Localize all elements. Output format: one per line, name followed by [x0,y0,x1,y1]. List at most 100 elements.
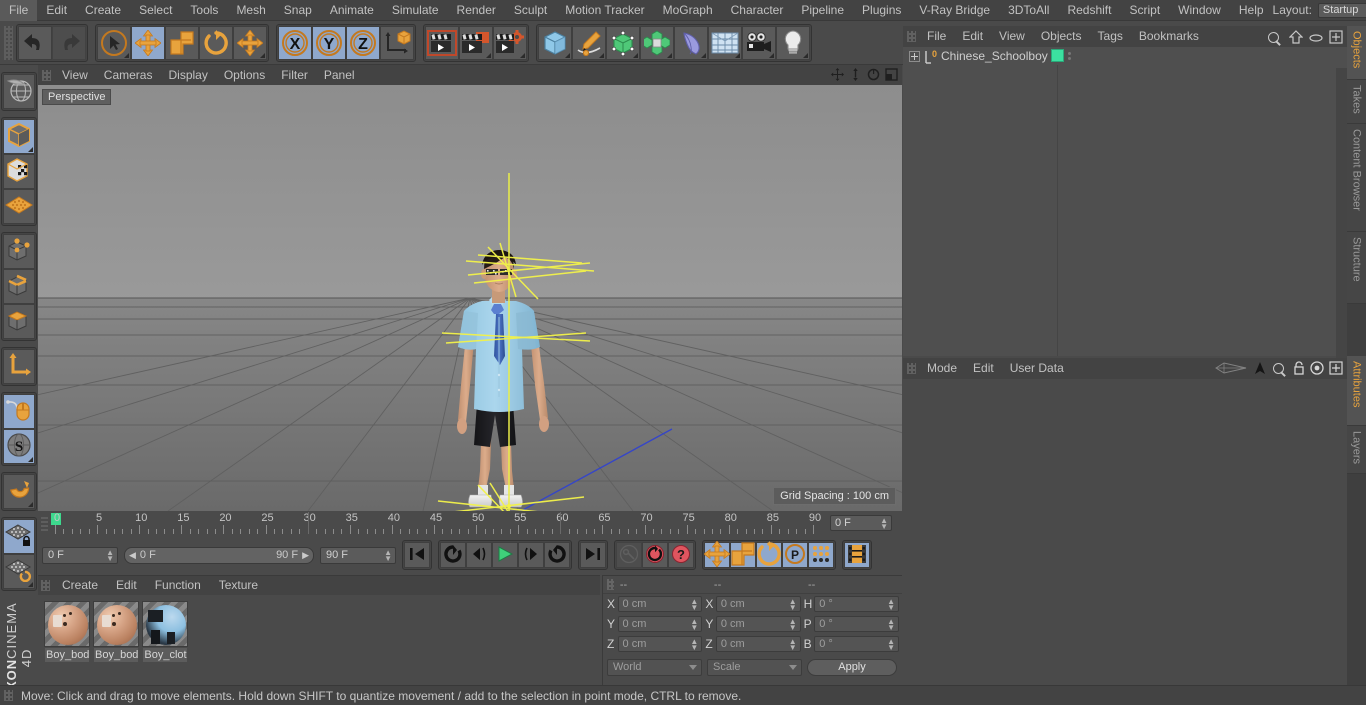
visibility-dots-icon[interactable] [1068,51,1071,60]
key-rotation-toggle[interactable] [756,540,782,568]
flyout-corner-icon[interactable] [769,52,774,58]
undo-button[interactable] [18,25,52,60]
menu-pipeline[interactable]: Pipeline [792,0,853,21]
max-frame-input[interactable]: 90 F ▲ ▼ [320,546,396,564]
toolbar-grip[interactable] [4,25,13,60]
menu-file[interactable]: File [0,0,38,21]
timeline-grip[interactable] [41,515,48,531]
texture-mode-button[interactable] [3,154,35,189]
flyout-corner-icon[interactable] [28,582,33,587]
menu-simulate[interactable]: Simulate [383,0,448,21]
edge-tab-content-browser[interactable]: Content Browser [1347,124,1366,232]
material-item[interactable]: Boy_bod [93,601,139,663]
viewport-menu-options[interactable]: Options [216,65,273,85]
search-icon[interactable] [1267,31,1283,47]
add-deformer-button[interactable] [674,25,708,60]
menu-script[interactable]: Script [1120,0,1169,21]
material-menu-edit[interactable]: Edit [107,576,146,595]
edge-tab-attributes[interactable]: Attributes [1347,356,1366,426]
render-view-button[interactable] [425,25,459,60]
maximize-view-icon[interactable] [885,68,898,81]
play-forward-loop-button[interactable] [544,542,570,568]
material-item[interactable]: Boy_bod [44,601,90,663]
redo-button[interactable] [52,25,86,60]
stepper-icon[interactable]: ▲ ▼ [690,598,698,612]
material-thumbnail[interactable] [142,601,188,647]
play-button[interactable] [492,542,518,568]
range-left-arrow-icon[interactable]: ◀ [129,550,136,561]
stepper-icon[interactable]: ▲ ▼ [690,618,698,632]
edge-tab-layers[interactable]: Layers [1347,426,1366,474]
menu-character[interactable]: Character [722,0,793,21]
search-icon[interactable] [1272,362,1288,378]
target-icon[interactable] [1310,361,1324,378]
size-x-input[interactable]: 0 cm ▲ ▼ [715,596,801,612]
home-icon[interactable] [1288,30,1304,47]
current-frame-input[interactable]: 0 F ▲ ▼ [42,546,118,564]
flyout-corner-icon[interactable] [28,457,33,462]
object-row[interactable]: 0 Chinese_Schoolboy [903,47,1347,65]
timeline-frame-field[interactable]: 0 F ▲ ▼ [830,515,892,531]
menu-v-ray-bridge[interactable]: V-Ray Bridge [910,0,999,21]
layout-dropdown[interactable]: Startup [1317,2,1366,18]
expand-icon[interactable] [1329,361,1343,378]
stepper-icon[interactable]: ▲ ▼ [880,517,888,531]
menu-render[interactable]: Render [448,0,505,21]
material-menu-function[interactable]: Function [146,576,210,595]
world-object-coordinate-toggle[interactable] [380,25,414,60]
arrow-up-icon[interactable] [1253,361,1267,378]
workplane-mode-button[interactable] [3,189,35,224]
add-array-button[interactable] [640,25,674,60]
object-menu-bookmarks[interactable]: Bookmarks [1131,26,1207,47]
object-tree[interactable]: 0 Chinese_Schoolboy [903,47,1347,377]
position-z-input[interactable]: 0 cm ▲ ▼ [617,636,703,652]
expand-icon[interactable] [1329,30,1343,47]
live-selection-tool[interactable] [97,25,131,60]
flyout-corner-icon[interactable] [803,52,808,58]
render-to-picture-viewer-button[interactable] [459,25,493,60]
viewport-menu-panel[interactable]: Panel [316,65,363,85]
flyout-corner-icon[interactable] [486,52,491,58]
soft-selection-button[interactable]: S [3,429,35,464]
menu-create[interactable]: Create [76,0,130,21]
viewport-menu-grip[interactable] [42,69,51,81]
menu-select[interactable]: Select [130,0,181,21]
object-menu-view[interactable]: View [991,26,1033,47]
step-back-button[interactable] [466,542,492,568]
stepper-icon[interactable]: ▲ ▼ [887,638,895,652]
attribute-menu-grip[interactable] [907,363,916,374]
scale-tool[interactable] [165,25,199,60]
coordinate-system-dropdown[interactable]: World [607,658,702,676]
attribute-menu-user-data[interactable]: User Data [1002,358,1072,379]
material-menu-grip[interactable] [41,580,50,591]
make-editable-button[interactable] [3,74,35,109]
step-forward-button[interactable] [518,542,544,568]
transform-tool[interactable] [233,25,267,60]
enable-snapping-button[interactable] [3,394,35,429]
go-to-end-button[interactable] [580,542,606,568]
size-z-input[interactable]: 0 cm ▲ ▼ [715,636,801,652]
record-active-objects-button[interactable] [642,542,668,568]
render-settings-button[interactable] [493,25,527,60]
object-menu-objects[interactable]: Objects [1033,26,1090,47]
rotation-p-input[interactable]: 0 ° ▲ ▼ [814,616,899,632]
point-mode-button[interactable] [3,234,35,269]
stepper-icon[interactable]: ▲ ▼ [384,548,392,562]
menu-help[interactable]: Help [1230,0,1273,21]
autokeying-toggle[interactable] [616,542,642,568]
position-x-input[interactable]: 0 cm ▲ ▼ [617,596,703,612]
flyout-corner-icon[interactable] [667,52,672,58]
viewport-menu-filter[interactable]: Filter [273,65,316,85]
material-thumbnail[interactable] [44,601,90,647]
object-menu-edit[interactable]: Edit [954,26,991,47]
magnet-tool-button[interactable] [3,474,35,509]
timeline-ruler[interactable]: 0 5 10 15 20 25 30 35 40 45 50 55 60 65 70 75 80 85 90 [51,512,824,534]
menu-tools[interactable]: Tools [181,0,227,21]
menu-redshift[interactable]: Redshift [1058,0,1120,21]
attribute-menu-mode[interactable]: Mode [919,358,965,379]
object-menu-file[interactable]: File [919,26,954,47]
material-menu-create[interactable]: Create [53,576,107,595]
rotate-tool[interactable] [199,25,233,60]
flyout-corner-icon[interactable] [701,52,706,58]
flyout-corner-icon[interactable] [28,147,33,152]
